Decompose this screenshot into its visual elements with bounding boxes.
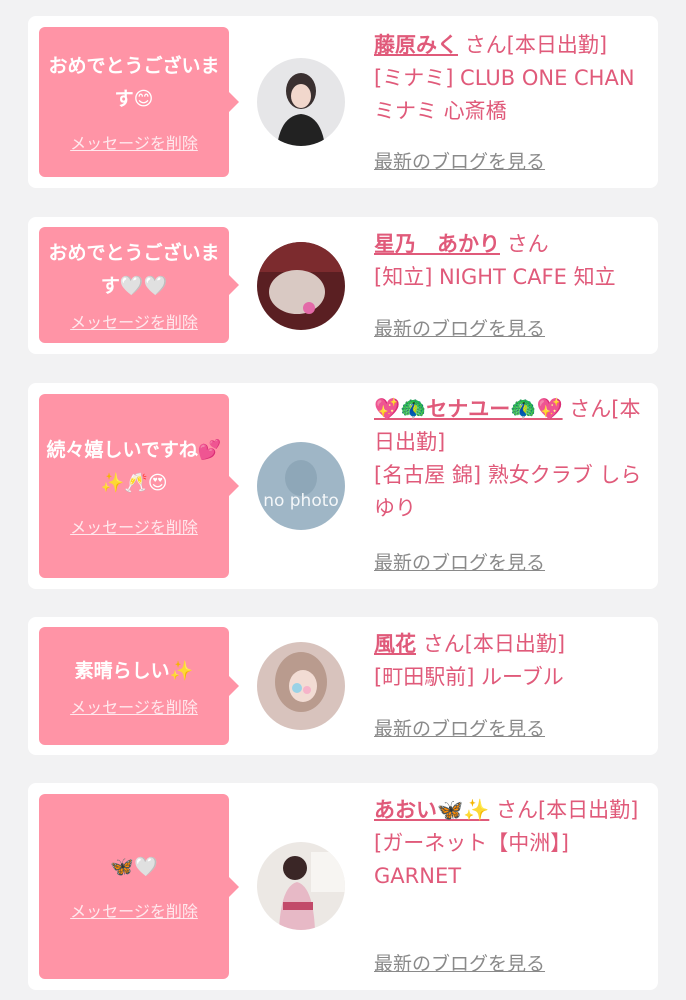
cast-info: 💖🦚セナユー🦚💖 さん[本日出勤] [名古屋 錦] 熟女クラブ しらゆり (374, 393, 650, 525)
avatar[interactable] (257, 642, 345, 730)
avatar[interactable] (257, 242, 345, 330)
message-bubble: おめでとうございます😊 メッセージを削除 (39, 27, 239, 177)
message-bubble: おめでとうございます🤍🤍 メッセージを削除 (39, 227, 239, 343)
avatar-photo-icon (257, 642, 345, 730)
no-photo-label: no photo (263, 491, 339, 511)
avatar[interactable]: no photo (257, 442, 345, 530)
cast-name-link[interactable]: 星乃 あかり (374, 232, 500, 256)
message-card: 続々嬉しいですね💕✨🥂😍 メッセージを削除 no photo 💖🦚セナユー🦚💖 … (28, 383, 658, 589)
cast-name-link[interactable]: 藤原みく (374, 33, 458, 57)
latest-blog-link[interactable]: 最新のブログを見る (374, 147, 545, 174)
message-bubble: 🦋🤍 メッセージを削除 (39, 794, 239, 979)
message-card: 素晴らしい✨ メッセージを削除 風花 さん[本日出勤] [町田駅前] ルーブル … (28, 617, 658, 755)
avatar-photo-icon (257, 842, 345, 930)
avatar[interactable] (257, 842, 345, 930)
cast-info: 星乃 あかり さん [知立] NIGHT CAFE 知立 (374, 228, 650, 294)
cast-info: 風花 さん[本日出勤] [町田駅前] ルーブル (374, 628, 650, 694)
cast-info: 藤原みく さん[本日出勤] [ミナミ] CLUB ONE CHAN ミナミ 心斎… (374, 29, 650, 128)
latest-blog-link[interactable]: 最新のブログを見る (374, 548, 545, 575)
cast-suffix: さん (506, 232, 549, 256)
message-text: 🦋🤍 (110, 856, 158, 878)
delete-message-link[interactable]: メッセージを削除 (70, 694, 198, 718)
message-card: おめでとうございます🤍🤍 メッセージを削除 星乃 あかり さん [知立] NIG… (28, 217, 658, 354)
cast-name-link[interactable]: 風花 (374, 632, 416, 656)
message-text: おめでとうございます🤍🤍 (48, 242, 220, 297)
shop-name: [ミナミ] CLUB ONE CHAN ミナミ 心斎橋 (374, 66, 635, 123)
latest-blog-link[interactable]: 最新のブログを見る (374, 314, 545, 341)
avatar[interactable] (257, 58, 345, 146)
shop-name: [ガーネット【中洲】] GARNET (374, 831, 569, 888)
message-card: 🦋🤍 メッセージを削除 あおい🦋✨ さん[本日出勤] [ガーネット【中洲】] G… (28, 783, 658, 990)
message-bubble: 素晴らしい✨ メッセージを削除 (39, 627, 239, 745)
delete-message-link[interactable]: メッセージを削除 (70, 309, 198, 333)
latest-blog-link[interactable]: 最新のブログを見る (374, 714, 545, 741)
message-text: 素晴らしい✨ (74, 659, 194, 682)
cast-suffix: さん[本日出勤] (422, 632, 566, 656)
delete-message-link[interactable]: メッセージを削除 (70, 130, 198, 154)
latest-blog-link[interactable]: 最新のブログを見る (374, 949, 545, 976)
no-photo-icon: no photo (257, 442, 345, 530)
message-bubble: 続々嬉しいですね💕✨🥂😍 メッセージを削除 (39, 394, 239, 578)
cast-suffix: さん[本日出勤] (464, 33, 608, 57)
avatar-photo-icon (257, 58, 345, 146)
avatar-photo-icon (257, 242, 345, 330)
shop-name: [町田駅前] ルーブル (374, 665, 564, 689)
message-text: 続々嬉しいですね💕✨🥂😍 (46, 439, 222, 494)
cast-suffix: さん[本日出勤] (495, 798, 639, 822)
delete-message-link[interactable]: メッセージを削除 (70, 898, 198, 922)
cast-name-link[interactable]: あおい🦋✨ (374, 798, 489, 822)
shop-name: [知立] NIGHT CAFE 知立 (374, 265, 616, 289)
shop-name: [名古屋 錦] 熟女クラブ しらゆり (374, 463, 642, 520)
cast-name-link[interactable]: 💖🦚セナユー🦚💖 (374, 397, 563, 421)
message-text: おめでとうございます😊 (48, 55, 220, 110)
delete-message-link[interactable]: メッセージを削除 (70, 514, 198, 538)
message-card: おめでとうございます😊 メッセージを削除 藤原みく さん[本日出勤] [ミナミ]… (28, 16, 658, 188)
cast-info: あおい🦋✨ さん[本日出勤] [ガーネット【中洲】] GARNET (374, 794, 650, 893)
